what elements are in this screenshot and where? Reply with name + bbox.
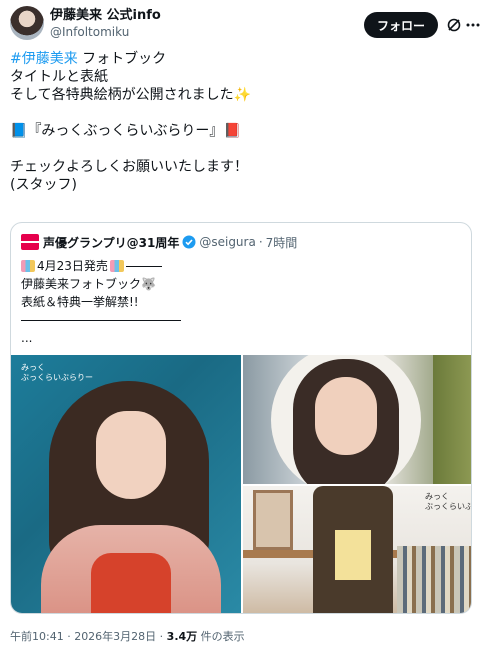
tweet-line-4: 📘『みっくぶっくらいぶらりー』📕 [10, 122, 470, 140]
red-book-emoji: 📕 [223, 123, 241, 139]
photo-library[interactable]: みっく ぶっくらいぶらりー [243, 486, 472, 613]
library-title: みっく ぶっくらいぶらりー [425, 492, 472, 512]
books-emoji [21, 260, 35, 272]
quote-avatar [21, 234, 39, 250]
tweet-body: #伊藤美来 フォトブック タイトルと表紙 そして各特典絵柄が公開されました✨ 📘… [10, 50, 470, 194]
view-count: 3.4万 [166, 630, 198, 643]
quote-line-3: 表紙＆特典一挙解禁!! [21, 295, 139, 309]
author-handle[interactable]: @Infoltomiku [50, 24, 161, 40]
quote-line-2-text: 伊藤美来フォトブック [21, 277, 142, 291]
hashtag-link[interactable]: #伊藤美来 [10, 51, 78, 67]
quote-time: 7時間 [265, 235, 298, 250]
quote-line-rule [21, 311, 181, 329]
quote-header: 声優グランプリ@31周年 @seigura · 7時間 [21, 233, 297, 251]
quoted-tweet[interactable]: 声優グランプリ@31周年 @seigura · 7時間 4月23日発売 伊藤美来… [10, 222, 472, 614]
quote-rule [125, 265, 162, 267]
quote-divider [21, 319, 181, 321]
follow-button[interactable]: フォロー [364, 12, 438, 38]
quote-line-1-text: 4月23日発売 [37, 259, 108, 273]
wolf-emoji: 🐺 [141, 277, 156, 291]
tweet-header: 伊藤美来 公式info @Infoltomiku フォロー [10, 6, 480, 46]
library-title-line-1: みっく [425, 492, 449, 501]
author-display-name[interactable]: 伊藤美来 公式info [50, 8, 161, 24]
photo-hood[interactable] [243, 355, 471, 484]
photo-cover[interactable]: みっく ぶっくらいぶらりー [11, 355, 241, 613]
sparkles-emoji: ✨ [233, 87, 252, 103]
view-label: 件の表示 [197, 630, 245, 643]
quote-handle: @seigura [199, 235, 256, 249]
quote-separator: · [258, 235, 263, 249]
more-icon[interactable] [466, 20, 480, 30]
verified-badge-icon [182, 235, 196, 249]
cover-title-line-2: ぶっくらいぶらりー [21, 373, 93, 382]
quote-ellipsis: ... [21, 331, 33, 345]
tweet-line-1-text: フォトブック [77, 51, 167, 67]
tweet-line-4-text: 『みっくぶっくらいぶらりー』 [27, 123, 224, 139]
tweet-line-3: そして各特典絵柄が公開されました✨ [10, 86, 470, 104]
tweet-meta: 午前10:41 · 2026年3月28日 · 3.4万 件の表示 [10, 628, 245, 644]
library-title-line-2: ぶっくらいぶらりー [425, 502, 472, 511]
tweet-line-2: タイトルと表紙 [10, 69, 108, 85]
quote-body: 4月23日発売 伊藤美来フォトブック 🐺 表紙＆特典一挙解禁!! ... [21, 257, 181, 347]
cover-title: みっく ぶっくらいぶらりー [21, 363, 93, 383]
quote-media-grid: みっく ぶっくらいぶらりー みっく ぶっくらいぶらりー [11, 355, 472, 613]
tweet-line-5: チェックよろしくお願いいたします！ [10, 159, 248, 175]
tweet-line-3-text: そして各特典絵柄が公開されました [10, 87, 234, 103]
author-names: 伊藤美来 公式info @Infoltomiku [50, 8, 161, 40]
quote-line-2: 伊藤美来フォトブック 🐺 [21, 275, 181, 293]
quote-line-1: 4月23日発売 [21, 257, 181, 275]
books-emoji [109, 260, 124, 272]
grok-icon[interactable] [446, 17, 462, 33]
blue-book-emoji: 📘 [10, 123, 28, 139]
tweet-timestamp[interactable]: 午前10:41 · 2026年3月28日 · [10, 630, 167, 643]
tweet-line-6: (スタッフ) [10, 177, 77, 193]
tweet-line-1: #伊藤美来 フォトブック [10, 50, 470, 68]
quote-display-name: 声優グランプリ@31周年 [43, 235, 180, 250]
author-avatar[interactable] [10, 6, 44, 40]
cover-title-line-1: みっく [21, 363, 45, 372]
